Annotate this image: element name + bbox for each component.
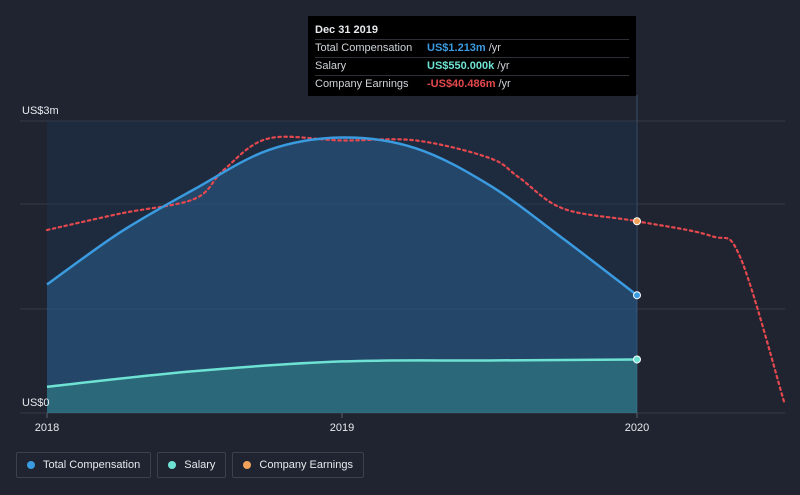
legend-dot-icon — [27, 461, 35, 469]
total-compensation-marker — [633, 291, 641, 300]
tooltip-row-earnings: Company Earnings -US$40.486m /yr — [315, 75, 629, 93]
tooltip-row-total: Total Compensation US$1.213m /yr — [315, 39, 629, 57]
tooltip-date: Dec 31 2019 — [315, 24, 378, 36]
area-fills — [47, 121, 637, 413]
chart-legend: Total Compensation Salary Company Earnin… — [16, 452, 364, 478]
company-earnings-marker — [633, 217, 641, 226]
tooltip-value: US$550.000k — [427, 60, 495, 72]
x-tick-label-2018: 2018 — [35, 422, 59, 434]
tooltip-row-salary: Salary US$550.000k /yr — [315, 57, 629, 75]
y-tick-label-bottom: US$0 — [22, 397, 50, 409]
chart-tooltip: Dec 31 2019 Total Compensation US$1.213m… — [308, 16, 636, 96]
legend-label: Salary — [184, 459, 216, 471]
legend-dot-icon — [243, 461, 252, 469]
tooltip-unit: /yr — [497, 60, 510, 72]
tooltip-label: Total Compensation — [315, 42, 413, 54]
tooltip-unit: /yr — [498, 78, 511, 90]
legend-total-compensation[interactable]: Total Compensation — [16, 452, 152, 478]
legend-label: Company Earnings — [259, 459, 353, 471]
tooltip-label: Company Earnings — [315, 78, 409, 90]
salary-marker — [633, 355, 641, 364]
tooltip-unit: /yr — [488, 42, 501, 54]
tooltip-label: Salary — [315, 60, 347, 72]
legend-label: Total Compensation — [43, 459, 141, 471]
y-tick-label-top: US$3m — [22, 105, 59, 117]
legend-dot-icon — [168, 461, 177, 469]
legend-salary[interactable]: Salary — [157, 452, 227, 478]
tooltip-value: -US$40.486m — [427, 78, 496, 90]
x-tick-label-2020: 2020 — [625, 422, 649, 434]
legend-company-earnings[interactable]: Company Earnings — [232, 452, 364, 478]
tooltip-value: US$1.213m — [427, 42, 486, 54]
x-tick-label-2019: 2019 — [330, 422, 354, 434]
